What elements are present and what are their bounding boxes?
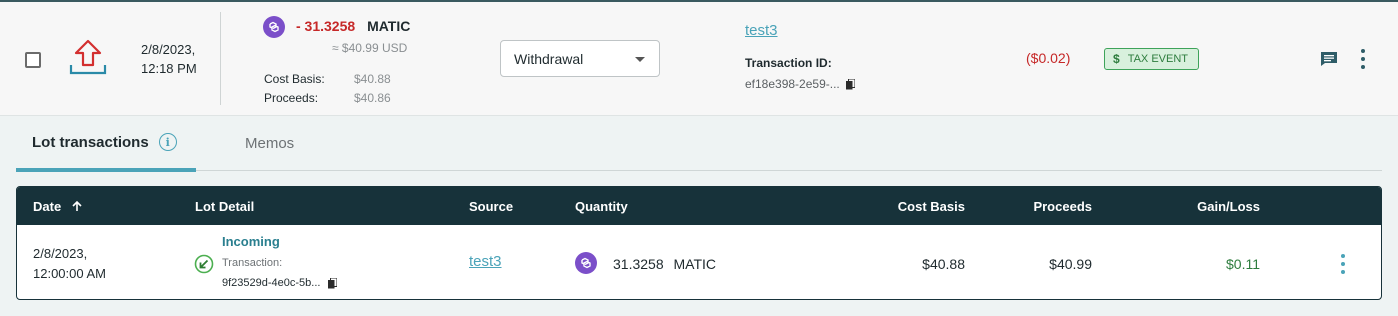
header-date[interactable]: Date [33,199,83,214]
dollar-icon: $ [1113,52,1120,66]
polygon-matic-icon [575,252,597,274]
info-icon[interactable]: i [158,133,177,151]
txid-label: Transaction ID: [745,56,832,70]
gain-loss: ($0.02) [1026,50,1071,66]
chevron-down-icon [635,57,645,62]
asset-symbol: MATIC [673,256,717,272]
cost-basis-value: $40.88 [354,72,391,86]
wallet-link[interactable]: test3 [745,22,778,39]
tab-memos[interactable]: Memos [245,116,294,171]
tab-bar: Lot transactions i Memos [16,116,1382,172]
transaction-type-select[interactable]: Withdrawal [500,40,660,77]
quantity-value: 31.3258 [613,256,664,272]
transaction-row[interactable]: 2/8/2023, 12:18 PM - 31.3258 MATIC ≈ $40… [0,2,1398,116]
row-checkbox[interactable] [25,52,41,68]
status-badge: $ TAX EVENT [1104,48,1199,70]
copy-icon[interactable] [328,277,338,289]
basis-labels: Cost Basis: Proceeds: [264,70,325,108]
gain-loss: $0.11 [1226,256,1260,272]
select-value: Withdrawal [514,51,584,67]
incoming-arrow-icon [194,254,214,274]
usd-value: ≈ $40.99 USD [332,41,408,55]
header-source: Source [469,199,514,214]
header-cost-basis: Cost Basis [897,199,965,214]
header-quantity: Quantity [575,199,628,214]
cost-basis-label: Cost Basis: [264,72,325,86]
amount-value: - 31.3258 [296,18,356,34]
txid-value: ef18e398-2e59-... [745,77,840,91]
amount: - 31.3258 MATIC [296,18,410,34]
polygon-matic-icon [263,16,285,38]
proceeds: $40.99 [1049,256,1092,272]
table-header: Date Lot Detail Source Quantity Cost Bas… [17,187,1381,225]
tab-label: Memos [245,135,295,152]
tx-id: 9f23529d-4e0c-5b... [222,277,338,289]
date-line: 2/8/2023, [141,42,196,57]
txid: ef18e398-2e59-... [745,77,855,91]
transaction-date: 2/8/2023, 12:18 PM [141,40,197,78]
date-line: 2/8/2023, [33,246,88,261]
lot-type: Incoming [222,234,280,249]
upload-arrow-icon [69,39,107,75]
row-date: 2/8/2023, 12:00:00 AM [33,244,106,284]
proceeds-label: Proceeds: [264,91,319,105]
lot-table: Date Lot Detail Source Quantity Cost Bas… [16,186,1382,300]
tab-lot-transactions[interactable]: Lot transactions i [16,116,196,172]
kebab-icon[interactable] [1360,49,1366,69]
header-lot-detail: Lot Detail [195,199,255,214]
badge-label: TAX EVENT [1127,53,1188,65]
comment-icon[interactable] [1320,51,1338,67]
header-label: Date [33,199,62,214]
proceeds-value: $40.86 [354,91,391,105]
basis-values: $40.88 $40.86 [354,70,391,108]
asset-symbol: MATIC [367,18,411,34]
quantity: 31.3258 MATIC [613,256,716,272]
copy-icon[interactable] [845,78,855,90]
tab-label: Lot transactions [32,133,149,151]
source-link[interactable]: test3 [469,253,502,270]
tx-label: Transaction: [222,257,283,269]
divider [220,12,221,105]
arrow-up-icon [72,200,82,211]
cost-basis: $40.88 [922,256,965,272]
kebab-icon[interactable] [1340,254,1346,274]
time-line: 12:18 PM [141,61,197,76]
tx-id-value: 9f23529d-4e0c-5b... [222,277,321,289]
header-gain-loss: Gain/Loss [1197,199,1260,214]
time-line: 12:00:00 AM [33,266,106,281]
header-proceeds: Proceeds [1033,199,1092,214]
